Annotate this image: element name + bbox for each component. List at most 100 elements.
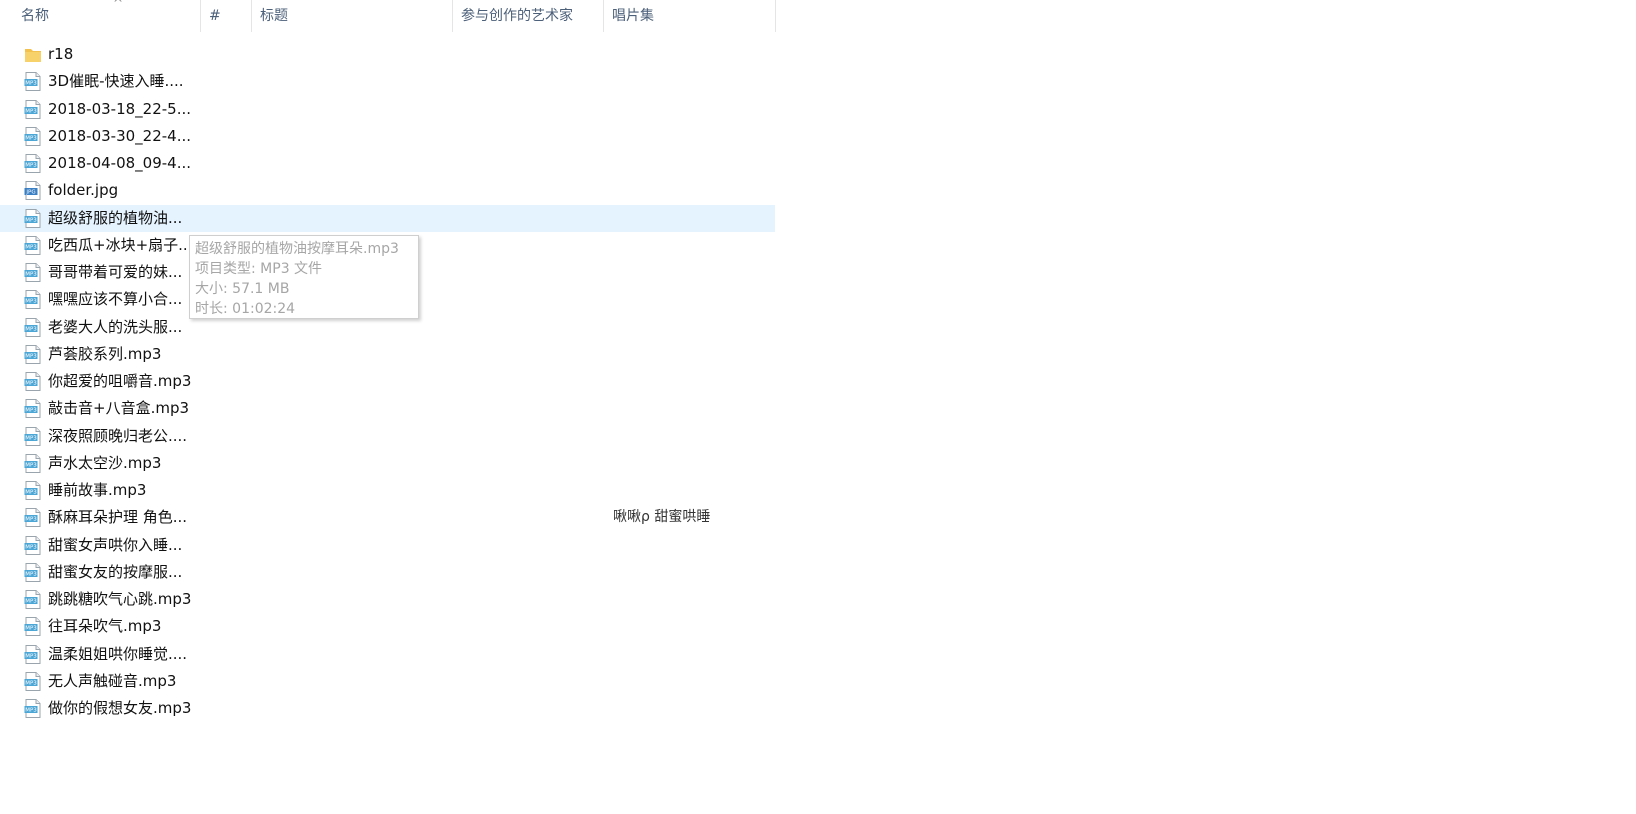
- svg-text:MP3: MP3: [25, 517, 37, 523]
- mp3-file-icon: MP3: [24, 399, 42, 419]
- folder-icon: [24, 45, 42, 64]
- mp3-file-icon: MP3: [24, 508, 42, 528]
- file-row[interactable]: MP3 温柔姐姐哄你睡觉....: [0, 641, 775, 668]
- file-row[interactable]: MP3 跳跳糖吹气心跳.mp3: [0, 586, 775, 613]
- mp3-file-icon: MP3: [24, 481, 42, 500]
- file-name: 2018-03-30_22-4...: [48, 126, 192, 145]
- svg-text:MP3: MP3: [25, 680, 37, 686]
- file-row[interactable]: MP3 敲击音+八音盒.mp3: [0, 395, 775, 422]
- svg-text:MP3: MP3: [25, 708, 37, 714]
- file-row[interactable]: MP3 声水太空沙.mp3: [0, 450, 775, 477]
- file-name: 超级舒服的植物油...: [48, 208, 183, 227]
- svg-text:MP3: MP3: [25, 163, 37, 169]
- mp3-file-icon: MP3: [24, 590, 42, 609]
- svg-text:MP3: MP3: [25, 408, 37, 414]
- tooltip-type: 项目类型: MP3 文件: [195, 261, 323, 277]
- column-header-number[interactable]: #: [201, 0, 252, 32]
- file-row[interactable]: MP3 酥麻耳朵护理 角色... 啾啾ρ 甜蜜哄睡: [0, 504, 775, 531]
- file-row[interactable]: MP3 甜蜜女友的按摩服...: [0, 559, 775, 586]
- jpg-file-icon: JPG: [24, 181, 42, 201]
- mp3-file-icon: MP3: [24, 99, 42, 119]
- column-header-name-label: 名称: [21, 8, 49, 24]
- mp3-file-icon: MP3: [24, 72, 42, 92]
- column-header-name[interactable]: 名称 ^: [13, 0, 201, 32]
- mp3-file-icon: MP3: [24, 208, 42, 228]
- svg-text:MP3: MP3: [25, 299, 37, 305]
- file-name: 2018-04-08_09-4...: [48, 154, 192, 172]
- file-name: 酥麻耳朵护理 角色...: [48, 508, 188, 527]
- mp3-file-icon: MP3: [24, 290, 42, 310]
- svg-text:MP3: MP3: [25, 272, 37, 278]
- file-row[interactable]: MP3 往耳朵吹气.mp3: [0, 613, 775, 640]
- svg-text:MP3: MP3: [25, 544, 37, 550]
- mp3-file-icon: MP3: [24, 372, 42, 391]
- svg-text:MP3: MP3: [25, 653, 37, 659]
- file-name: 温柔姐姐哄你睡觉....: [48, 644, 188, 663]
- mp3-file-icon: MP3: [24, 535, 42, 555]
- svg-text:MP3: MP3: [25, 353, 37, 359]
- file-row[interactable]: r18: [0, 41, 775, 68]
- svg-text:MP3: MP3: [25, 626, 37, 632]
- svg-text:JPG: JPG: [25, 190, 35, 196]
- file-name: 甜蜜女友的按摩服...: [48, 562, 183, 581]
- file-row[interactable]: MP3 深夜照顾晚归老公....: [0, 423, 775, 450]
- sort-ascending-icon: ^: [113, 0, 124, 10]
- file-row[interactable]: MP3 无人声触碰音.mp3: [0, 668, 775, 695]
- file-row[interactable]: MP3 睡前故事.mp3: [0, 477, 775, 504]
- file-row[interactable]: MP3 2018-04-08_09-4...: [0, 150, 775, 177]
- file-row[interactable]: MP3 2018-03-18_22-5...: [0, 96, 775, 123]
- file-album: 啾啾ρ 甜蜜哄睡: [613, 509, 711, 526]
- svg-text:MP3: MP3: [25, 435, 37, 441]
- svg-text:MP3: MP3: [25, 462, 37, 468]
- mp3-file-icon: MP3: [24, 154, 42, 173]
- mp3-file-icon: MP3: [24, 644, 42, 664]
- column-header-title-label: 标题: [260, 8, 288, 24]
- file-row[interactable]: MP3 超级舒服的植物油...: [0, 204, 775, 232]
- file-row[interactable]: MP3 你超爱的咀嚼音.mp3: [0, 368, 775, 395]
- file-row[interactable]: MP3 3D催眠-快速入睡....: [0, 68, 775, 95]
- tooltip-size: 大小: 57.1 MB: [195, 281, 290, 297]
- column-header-bar: 名称 ^ # 标题 参与创作的艺术家 唱片集: [0, 0, 776, 32]
- file-name: folder.jpg: [48, 181, 119, 200]
- file-row[interactable]: JPG folder.jpg: [0, 177, 775, 204]
- svg-text:MP3: MP3: [25, 599, 37, 605]
- file-name: 老婆大人的洗头服...: [48, 317, 183, 336]
- column-header-number-label: #: [209, 8, 221, 24]
- file-name: 敲击音+八音盒.mp3: [48, 399, 190, 418]
- mp3-file-icon: MP3: [24, 126, 42, 146]
- file-name: r18: [48, 45, 74, 63]
- mp3-file-icon: MP3: [24, 617, 42, 637]
- svg-text:MP3: MP3: [25, 81, 37, 87]
- file-row[interactable]: MP3 做你的假想女友.mp3: [0, 695, 775, 722]
- file-name: 跳跳糖吹气心跳.mp3: [48, 590, 192, 608]
- column-header-artist[interactable]: 参与创作的艺术家: [453, 0, 604, 32]
- svg-text:MP3: MP3: [25, 381, 37, 387]
- column-header-title[interactable]: 标题: [252, 0, 453, 32]
- file-name: 甜蜜女声哄你入睡...: [48, 535, 183, 554]
- file-name: 2018-03-18_22-5...: [48, 99, 192, 118]
- column-header-album-label: 唱片集: [612, 8, 654, 24]
- svg-text:MP3: MP3: [25, 217, 37, 223]
- mp3-file-icon: MP3: [24, 426, 42, 446]
- file-name: 往耳朵吹气.mp3: [48, 617, 162, 636]
- svg-text:MP3: MP3: [25, 244, 37, 250]
- column-header-artist-label: 参与创作的艺术家: [461, 8, 573, 24]
- file-row[interactable]: MP3 2018-03-30_22-4...: [0, 123, 775, 150]
- file-name: 哥哥带着可爱的妹...: [48, 263, 183, 281]
- file-info-tooltip: 超级舒服的植物油按摩耳朵.mp3 项目类型: MP3 文件 大小: 57.1 M…: [189, 235, 419, 319]
- mp3-file-icon: MP3: [24, 235, 42, 255]
- mp3-file-icon: MP3: [24, 699, 42, 718]
- mp3-file-icon: MP3: [24, 453, 42, 473]
- file-row[interactable]: MP3 芦荟胶系列.mp3: [0, 341, 775, 368]
- file-name: 无人声触碰音.mp3: [48, 671, 177, 690]
- file-row[interactable]: MP3 甜蜜女声哄你入睡...: [0, 532, 775, 559]
- file-name: 睡前故事.mp3: [48, 481, 147, 499]
- tooltip-filename: 超级舒服的植物油按摩耳朵.mp3: [195, 241, 399, 257]
- mp3-file-icon: MP3: [24, 562, 42, 582]
- column-header-album[interactable]: 唱片集: [604, 0, 776, 32]
- file-name: 芦荟胶系列.mp3: [48, 344, 162, 363]
- file-list: r18 MP3 3D催眠-快速入睡.... MP3 2018-03-18_22-5...…: [0, 41, 775, 722]
- svg-text:MP3: MP3: [25, 571, 37, 577]
- file-name: 吃西瓜+冰块+扇子...: [48, 235, 193, 254]
- mp3-file-icon: MP3: [24, 344, 42, 364]
